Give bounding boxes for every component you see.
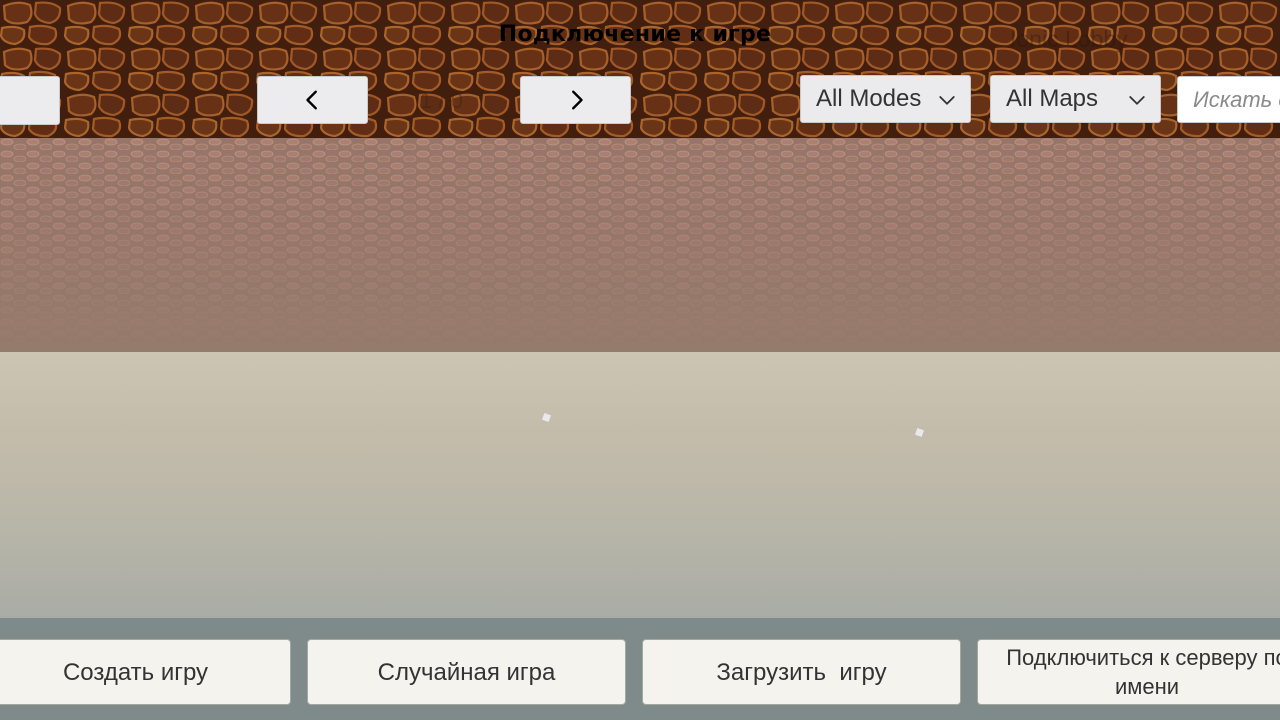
connect-by-name-label: Подключиться к серверу по имени	[1006, 643, 1280, 701]
maps-dropdown[interactable]: All Maps	[990, 75, 1161, 123]
chevron-right-icon	[571, 90, 583, 110]
modes-dropdown[interactable]: All Modes	[800, 75, 971, 123]
ground-plane	[0, 352, 1280, 618]
top-bar: Подключение к игре Ionic Lobby 1 / 0 All…	[0, 0, 1280, 138]
load-game-label: Загрузить игру	[716, 658, 887, 686]
chevron-left-icon	[305, 90, 317, 110]
lobby-label: Ionic Lobby	[1010, 26, 1128, 52]
create-game-button[interactable]: Создать игру	[0, 639, 291, 705]
page-indicator: 1 / 0	[420, 88, 463, 113]
random-game-button[interactable]: Случайная игра	[307, 639, 626, 705]
connect-label-line2: имени	[1114, 674, 1180, 699]
textured-sky-background	[0, 138, 1280, 352]
prev-page-button[interactable]	[257, 76, 368, 124]
next-page-button[interactable]	[520, 76, 631, 124]
game-viewport	[0, 138, 1280, 618]
connect-label-line1: Подключиться к серверу по	[1006, 645, 1280, 670]
connect-by-name-button[interactable]: Подключиться к серверу по имени	[977, 639, 1280, 705]
maps-dropdown-value: All Maps	[1006, 85, 1099, 112]
chevron-down-icon	[1129, 96, 1145, 105]
join-game-screen: Подключение к игре Ionic Lobby 1 / 0 All…	[0, 0, 1280, 720]
bottom-action-bar: Создать игру Случайная игра Загрузить иг…	[0, 618, 1280, 720]
chevron-down-icon	[939, 96, 955, 105]
modes-dropdown-value: All Modes	[816, 85, 922, 112]
left-partial-button[interactable]	[0, 76, 60, 125]
load-game-button[interactable]: Загрузить игру	[642, 639, 961, 705]
create-game-label: Создать игру	[62, 658, 209, 686]
server-search-input[interactable]	[1177, 76, 1280, 123]
random-game-label: Случайная игра	[377, 658, 556, 686]
